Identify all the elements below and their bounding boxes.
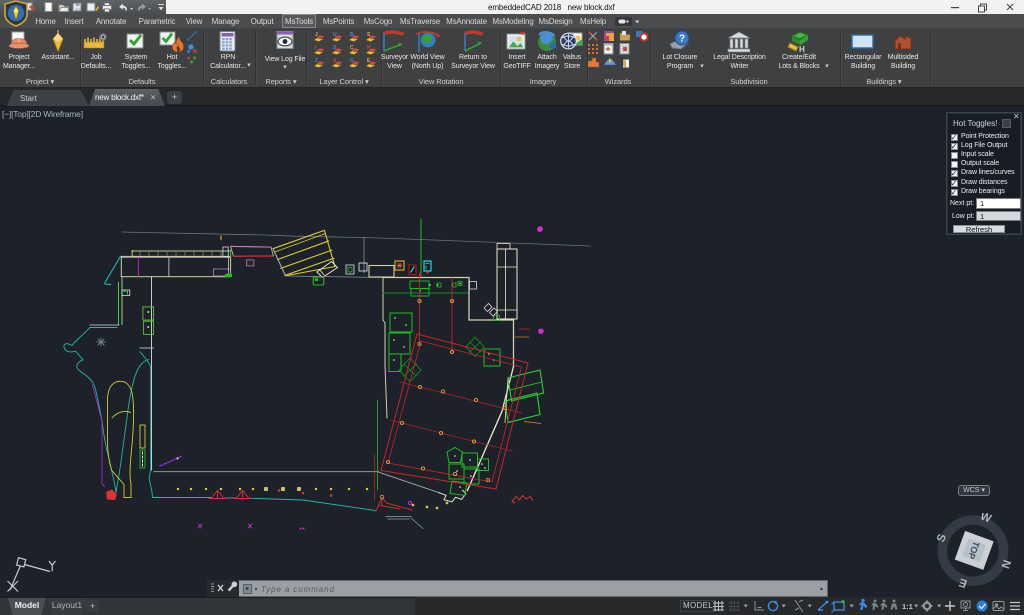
svg-text:?: ? [679, 34, 685, 45]
svg-text:H: H [799, 45, 805, 54]
svg-text:1:1: 1:1 [902, 602, 913, 611]
